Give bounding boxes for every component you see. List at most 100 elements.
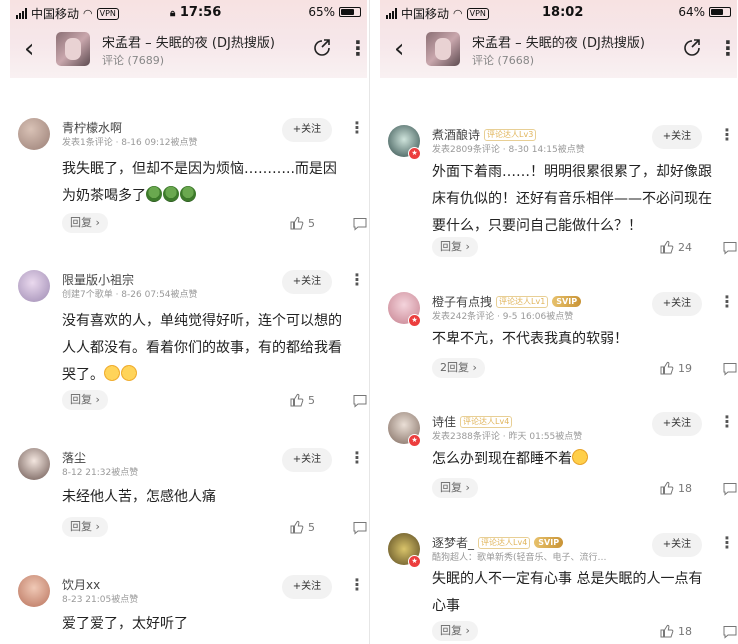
lock-icon: 🔒︎ (170, 8, 176, 19)
follow-button[interactable]: +关注 (282, 575, 332, 599)
avatar[interactable] (18, 575, 50, 607)
like-button[interactable]: 24 (660, 240, 692, 254)
avatar[interactable] (18, 118, 50, 150)
song-comment-header: 中国移动 ◠ VPN 18:02 64% ‹ 宋孟君 – 失眠的夜 (DJ热搜版… (380, 0, 738, 78)
more-vertical-icon[interactable]: ⋮ (719, 127, 735, 143)
like-button[interactable]: 5 (290, 216, 315, 230)
comment-icon[interactable] (722, 482, 738, 496)
share-icon[interactable] (682, 38, 702, 58)
back-chevron-icon[interactable]: ‹ (394, 34, 404, 64)
more-vertical-icon[interactable]: ⋮ (349, 450, 365, 466)
username[interactable]: 逐梦者_ 评论达人Lv4 SVIP (432, 534, 564, 551)
username[interactable]: 橙子有点拽 评论达人Lv1 SVIP (432, 293, 582, 310)
username[interactable]: 青柠檬水啊 (62, 119, 122, 136)
battery-icon (339, 7, 361, 17)
comment-meta: 8-12 21:32被点赞 (62, 468, 139, 478)
like-button[interactable]: 5 (290, 393, 315, 407)
like-count: 5 (308, 393, 315, 407)
username-text: 诗佳 (432, 415, 457, 429)
username[interactable]: 限量版小祖宗 (62, 271, 134, 288)
like-button[interactable]: 18 (660, 624, 692, 638)
crying-emoji-icon (121, 365, 137, 381)
username[interactable]: 落尘 (62, 449, 86, 466)
level-badge: 评论达人Lv4 (478, 536, 531, 549)
nav-bar: ‹ 宋孟君 – 失眠的夜 (DJ热搜版) 评论 (7668) ⋮ (380, 28, 738, 72)
username[interactable]: 诗佳 评论达人Lv4 (432, 413, 513, 430)
status-time: 🔒︎ 17:56 (170, 5, 221, 20)
comment-icon[interactable] (722, 241, 738, 255)
follow-button[interactable]: +关注 (652, 125, 702, 149)
comment-meta: 创建7个歌单 · 8-26 07:54被点赞 (62, 290, 198, 300)
svip-badge: SVIP (534, 537, 564, 548)
more-vertical-icon[interactable]: ⋮ (719, 535, 735, 551)
follow-button[interactable]: +关注 (652, 533, 702, 557)
more-vertical-icon[interactable]: ⋮ (718, 38, 738, 58)
clock-label: 18:02 (542, 5, 584, 20)
like-count: 18 (678, 624, 692, 638)
album-cover[interactable] (56, 32, 90, 66)
clock-label: 17:56 (179, 5, 222, 20)
follow-button[interactable]: +关注 (652, 292, 702, 316)
comment-icon[interactable] (352, 217, 368, 231)
avatar[interactable] (18, 448, 50, 480)
username-text: 煮酒酿诗 (432, 128, 481, 142)
song-comment-header: 中国移动 ◠ VPN 🔒︎ 17:56 65% ‹ 宋孟君 – 失眠的夜 (DJ… (10, 0, 368, 78)
more-vertical-icon[interactable]: ⋮ (719, 414, 735, 430)
follow-button[interactable]: +关注 (282, 118, 332, 142)
comment-text: 爱了爱了，太好听了 (62, 616, 188, 632)
reply-button[interactable]: 回复 › (62, 213, 108, 233)
username-text: 橙子有点拽 (432, 295, 493, 309)
thumbs-up-icon (660, 240, 674, 254)
thumbs-up-icon (660, 481, 674, 495)
more-vertical-icon[interactable]: ⋮ (719, 294, 735, 310)
username[interactable]: 煮酒酿诗 评论达人Lv3 (432, 126, 537, 143)
back-chevron-icon[interactable]: ‹ (24, 34, 34, 64)
comment-icon[interactable] (352, 521, 368, 535)
vpn-badge: VPN (466, 7, 489, 20)
star-badge-icon: ★ (408, 434, 421, 447)
reply-button[interactable]: 回复 › (62, 517, 108, 537)
comment-text: 我失眠了，但却不是因为烦恼………..而是因为奶茶喝多了 (62, 156, 342, 210)
reply-button[interactable]: 回复 › (432, 478, 478, 498)
avatar[interactable] (18, 270, 50, 302)
like-count: 18 (678, 481, 692, 495)
level-badge: 评论达人Lv4 (460, 415, 513, 428)
follow-button[interactable]: +关注 (282, 448, 332, 472)
comment-icon[interactable] (352, 394, 368, 408)
reply-button[interactable]: 2回复 › (432, 358, 485, 378)
like-button[interactable]: 19 (660, 361, 692, 375)
thumbs-up-icon (660, 361, 674, 375)
thumbs-up-icon (290, 216, 304, 230)
right-screenshot-panel: 中国移动 ◠ VPN 18:02 64% ‹ 宋孟君 – 失眠的夜 (DJ热搜版… (369, 0, 738, 644)
username[interactable]: 饮月xx (62, 576, 100, 593)
thumbs-up-icon (660, 624, 674, 638)
follow-button[interactable]: +关注 (282, 270, 332, 294)
comment-count: 评论 (7689) (102, 54, 165, 67)
level-badge: 评论达人Lv1 (496, 295, 549, 308)
battery-percent: 65% (308, 5, 335, 19)
follow-button[interactable]: +关注 (652, 412, 702, 436)
reply-button[interactable]: 回复 › (62, 390, 108, 410)
like-button[interactable]: 18 (660, 481, 692, 495)
status-bar: 中国移动 ◠ VPN 18:02 64% (380, 3, 737, 21)
album-cover[interactable] (426, 32, 460, 66)
crying-emoji-icon (104, 365, 120, 381)
song-title: 宋孟君 – 失眠的夜 (DJ热搜版) (472, 36, 645, 51)
comment-text: 不卑不亢，不代表我真的软弱！ (432, 331, 628, 347)
share-icon[interactable] (312, 38, 332, 58)
comment-icon[interactable] (722, 625, 738, 639)
turtle-emoji-icon (163, 186, 179, 202)
thumbs-up-icon (290, 520, 304, 534)
like-count: 24 (678, 240, 692, 254)
more-vertical-icon[interactable]: ⋮ (349, 272, 365, 288)
reply-button[interactable]: 回复 › (432, 621, 478, 641)
comment-icon[interactable] (722, 362, 738, 376)
more-vertical-icon[interactable]: ⋮ (348, 38, 368, 58)
carrier-label: 中国移动 (401, 7, 450, 21)
like-button[interactable]: 5 (290, 520, 315, 534)
more-vertical-icon[interactable]: ⋮ (349, 577, 365, 593)
star-badge-icon: ★ (408, 314, 421, 327)
more-vertical-icon[interactable]: ⋮ (349, 120, 365, 136)
reply-button[interactable]: 回复 › (432, 237, 478, 257)
wifi-icon: ◠ (453, 7, 463, 20)
